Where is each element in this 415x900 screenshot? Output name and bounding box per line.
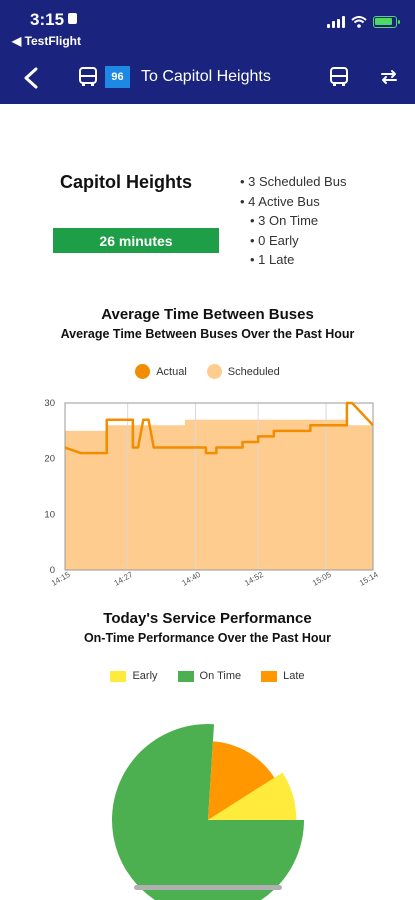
legend-item-scheduled[interactable]: Scheduled (206, 364, 280, 379)
home-indicator (134, 885, 282, 890)
nav-row: 96 To Capitol Heights (0, 58, 415, 98)
nav-title: To Capitol Heights (141, 68, 271, 85)
legend-item-on-time[interactable]: On Time (177, 670, 242, 682)
performance-subtitle: On-Time Performance Over the Past Hour (83, 631, 332, 645)
stop-summary: Capitol Heights 26 minutes • 3 Scheduled… (0, 160, 415, 270)
x-tick-label: 14:52 (243, 570, 265, 588)
status-time: 3:15 (30, 10, 78, 30)
stop-name: Capitol Heights (60, 172, 193, 192)
legend-swatch-early (110, 670, 127, 682)
legend-item-early[interactable]: Early (110, 670, 158, 682)
x-tick-label: 15:05 (311, 570, 333, 588)
legend-label-late: Late (283, 670, 305, 682)
bus-stat-item: • 1 Late (250, 252, 295, 267)
status-icons (327, 14, 400, 30)
bus-stat-item: • 3 Scheduled Bus (240, 174, 347, 189)
bus-stat-item: • 0 Early (250, 232, 299, 248)
legend-swatch-scheduled (206, 364, 222, 379)
bus-stats-list: • 3 Scheduled Bus • 4 Active Bus • 3 On Ti… (240, 172, 346, 270)
route-badge: 96 (105, 66, 130, 88)
back-button[interactable] (18, 64, 44, 92)
battery-icon (373, 16, 400, 28)
bus-stat-item: • 3 On Time (250, 213, 319, 228)
bus-icon (79, 67, 97, 86)
legend-label-actual: Actual (156, 365, 187, 378)
legend-item-late[interactable]: Late (261, 670, 305, 682)
x-tick-label: 14:40 (180, 570, 202, 588)
wifi-icon (351, 16, 367, 28)
signal-icon (327, 16, 345, 28)
chart-legend: Actual Scheduled (0, 364, 415, 379)
legend-swatch-late (261, 670, 278, 682)
performance-pie-chart (112, 724, 304, 900)
status-time-text: 3:15 (30, 10, 65, 29)
performance-title: Today's Service Performance (103, 610, 312, 627)
headway-chart: 14:15 14:27 14:40 14:52 15:05 15:140102030 (44, 398, 380, 588)
eta-badge: 26 minutes (53, 228, 219, 253)
legend-label-scheduled: Scheduled (227, 365, 280, 378)
legend-swatch-on-time (177, 670, 194, 682)
x-tick-label: 14:27 (112, 570, 134, 588)
chart-subtitle: Average Time Between Buses Over the Past… (60, 327, 355, 341)
legend-swatch-actual (135, 364, 151, 379)
legend-item-actual[interactable]: Actual (135, 364, 187, 379)
back-to-app-link[interactable]: ◀ TestFlight (12, 34, 81, 48)
y-tick-label: 0 (50, 565, 55, 576)
y-tick-label: 30 (44, 398, 55, 409)
x-tick-label: 15:14 (358, 570, 380, 588)
header-bar: 3:15 ◀ TestFlight 96 To Capitol Heights (0, 0, 415, 104)
lock-icon (68, 13, 78, 24)
y-tick-label: 10 (44, 509, 55, 520)
legend-label-on-time: On Time (199, 670, 242, 682)
chart-title: Average Time Between Buses (101, 306, 314, 323)
performance-legend: Early On Time Late (0, 670, 415, 682)
legend-label-early: Early (132, 670, 158, 682)
back-to-app-label: TestFlight (24, 34, 81, 48)
y-tick-label: 20 (44, 454, 55, 465)
swap-direction-icon[interactable] (378, 66, 400, 88)
scheduled-area (65, 419, 373, 570)
bus-stat-item: • 4 Active Bus (240, 193, 320, 209)
chevron-left-icon (24, 67, 38, 89)
bus-icon[interactable] (328, 66, 350, 88)
